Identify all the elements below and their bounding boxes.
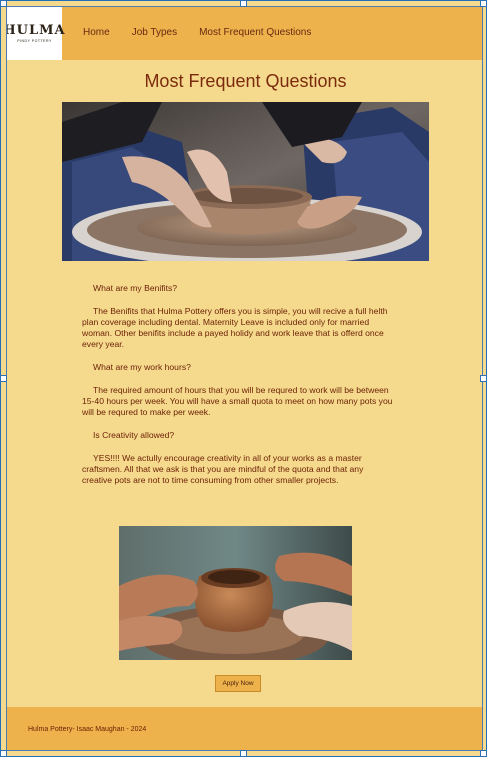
- faq-section: What are my Benifits? The Benifits that …: [82, 283, 394, 498]
- resize-handle-middle-left[interactable]: [0, 375, 7, 382]
- logo-wordmark: HULMA: [6, 23, 66, 38]
- resize-handle-bottom-left[interactable]: [0, 750, 7, 757]
- web-page: HULMA PINDY POTTERY Home Job Types Most …: [6, 6, 483, 751]
- pot-shaping-image: [119, 526, 352, 660]
- logo-tagline: PINDY POTTERY: [17, 39, 52, 43]
- resize-handle-top-right[interactable]: [480, 0, 487, 7]
- resize-handle-bottom-right[interactable]: [480, 750, 487, 757]
- faq-question: What are my work hours?: [93, 362, 191, 372]
- site-header: HULMA PINDY POTTERY Home Job Types Most …: [7, 7, 482, 60]
- nav-link-faq[interactable]: Most Frequent Questions: [199, 27, 311, 38]
- faq-question: Is Creativity allowed?: [93, 430, 175, 440]
- resize-handle-middle-right[interactable]: [480, 375, 487, 382]
- pottery-wheel-photo: [62, 102, 429, 261]
- faq-question: What are my Benifits?: [93, 283, 178, 293]
- resize-handle-top-left[interactable]: [0, 0, 7, 7]
- faq-answer: The Benifits that Hulma Pottery offers y…: [82, 306, 388, 349]
- faq-answer: The required amount of hours that you wi…: [82, 385, 393, 417]
- page-title: Most Frequent Questions: [144, 71, 347, 91]
- resize-handle-bottom-center[interactable]: [240, 750, 247, 757]
- faq-answer: YES!!!! We actully encourage creativity …: [82, 453, 364, 485]
- nav-link-home[interactable]: Home: [83, 27, 110, 38]
- site-logo[interactable]: HULMA PINDY POTTERY: [7, 7, 65, 60]
- site-footer: Hulma Pottery- Isaac Maughan - 2024: [7, 707, 482, 750]
- apply-now-button[interactable]: Apply Now: [215, 675, 261, 692]
- resize-handle-top-center[interactable]: [240, 0, 247, 7]
- nav-link-job-types[interactable]: Job Types: [132, 27, 177, 38]
- main-nav: Home Job Types Most Frequent Questions: [83, 27, 333, 38]
- pot-shaping-photo: [119, 526, 352, 660]
- pottery-wheel-image: [62, 102, 429, 261]
- footer-text: Hulma Pottery- Isaac Maughan - 2024: [28, 726, 147, 733]
